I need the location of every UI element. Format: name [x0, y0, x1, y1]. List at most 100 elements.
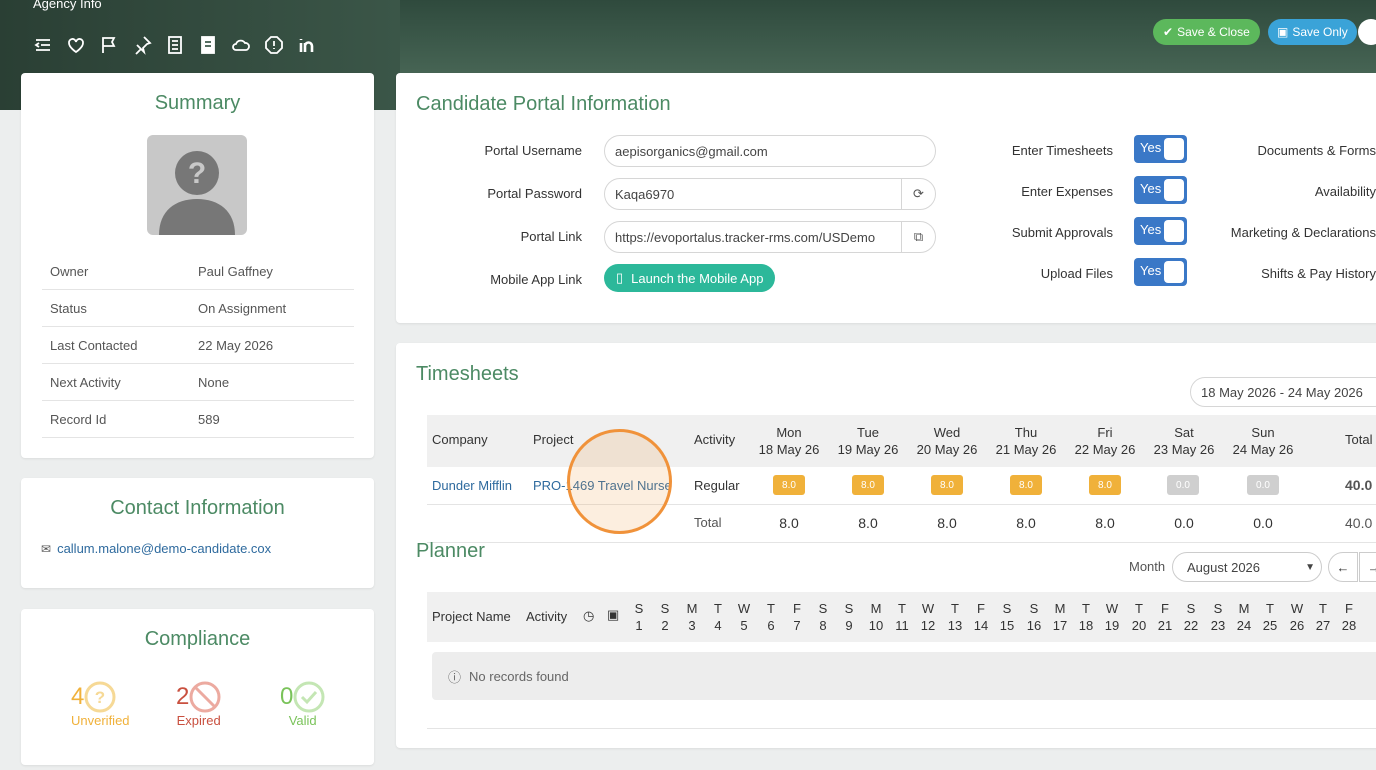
portal-link-label: Portal Link — [520, 229, 582, 244]
timesheets-card: Timesheets 18 May 2026 - 24 May 2026 Com… — [396, 343, 1376, 748]
planner-day-9: S9 — [844, 601, 854, 633]
summary-row-status: Status On Assignment — [42, 290, 354, 327]
refresh-icon[interactable]: ⟳ — [901, 179, 935, 209]
page-title: Agency Info — [33, 0, 102, 11]
planner-header: Project Name Activity ◷ ▣ S1 S2 M3 T4 W5 T6 F7… — [427, 592, 1376, 642]
planner-title: Planner — [416, 540, 485, 562]
col-mon: Mon 18 May 26 — [758, 425, 820, 457]
planner-day-24: M 24 — [1236, 601, 1252, 633]
prev-month-button[interactable]: ← — [1328, 552, 1358, 582]
heart-icon[interactable] — [59, 32, 92, 58]
hours-fri[interactable]: 8.0 — [1089, 475, 1121, 495]
table-row: Dunder Mifflin PRO-1469 Travel Nurse Reg… — [427, 467, 1376, 505]
right-label-shifts: Shifts & Pay History — [1261, 266, 1376, 281]
col-total: Total — [1345, 432, 1373, 447]
total-sun: 0.0 — [1253, 515, 1273, 531]
planner-day-8: S8 — [818, 601, 828, 633]
compliance-valid[interactable]: 0 Valid — [280, 681, 325, 728]
totals-label: Total — [694, 515, 722, 530]
mobile-app-label: Mobile App Link — [490, 272, 582, 287]
col-fri: Fri 22 May 26 — [1074, 425, 1136, 457]
svg-text:?: ? — [188, 157, 206, 190]
row-project-link[interactable]: PRO-1469 Travel Nurse — [533, 478, 672, 493]
compliance-unverified[interactable]: 4 ? Unverified — [71, 681, 130, 728]
flag-icon[interactable] — [92, 32, 125, 58]
more-button[interactable] — [1358, 19, 1376, 45]
total-thu: 8.0 — [1016, 515, 1036, 531]
planner-day-3: M3 — [686, 601, 698, 633]
planner-day-15: S 15 — [999, 601, 1015, 633]
toggle-upload-files[interactable]: Yes — [1134, 258, 1187, 286]
planner-day-11: T 11 — [895, 601, 909, 633]
date-range-picker[interactable]: 18 May 2026 - 24 May 2026 — [1190, 377, 1376, 407]
external-link-icon[interactable]: ⧉ — [901, 222, 935, 252]
no-records-message: ⓘ No records found — [432, 652, 1376, 700]
hours-tue[interactable]: 8.0 — [852, 475, 884, 495]
toggle-enter-timesheets[interactable]: Yes — [1134, 135, 1187, 163]
portal-username-input[interactable]: aepisorganics@gmail.com — [604, 135, 936, 167]
col-project-name: Project Name — [432, 609, 511, 624]
portal-password-input[interactable]: Kaqa6970 ⟳ — [604, 178, 936, 210]
save-icon: ▣ — [1277, 25, 1289, 39]
save-only-button[interactable]: ▣ Save Only — [1268, 19, 1357, 45]
planner-day-12: W 12 — [920, 601, 936, 633]
hours-mon[interactable]: 8.0 — [773, 475, 805, 495]
planner-day-13: T 13 — [947, 601, 963, 633]
hours-thu[interactable]: 8.0 — [1010, 475, 1042, 495]
total-wed: 8.0 — [937, 515, 957, 531]
check-icon: ✔ — [1163, 25, 1174, 39]
notes-icon[interactable] — [158, 32, 191, 58]
toggle-submit-approvals[interactable]: Yes — [1134, 217, 1187, 245]
toggle-enter-expenses[interactable]: Yes — [1134, 176, 1187, 204]
total-sat: 0.0 — [1174, 515, 1194, 531]
total-fri: 8.0 — [1095, 515, 1115, 531]
save-close-button[interactable]: ✔ Save & Close — [1153, 19, 1260, 45]
document-icon[interactable] — [191, 32, 224, 58]
col-sun: Sun 24 May 26 — [1232, 425, 1294, 457]
summary-title: Summary — [154, 92, 241, 114]
total-tue: 8.0 — [858, 515, 878, 531]
contact-email-row: ✉ callum.malone@demo-candidate.cox — [41, 541, 271, 556]
linkedin-icon[interactable] — [290, 32, 323, 58]
planner-day-5: W5 — [737, 601, 751, 633]
col-project: Project — [533, 432, 574, 447]
check-circle-icon — [293, 681, 325, 713]
totals-row: Total 8.0 8.0 8.0 8.0 8.0 0.0 0.0 40.0 — [427, 505, 1376, 543]
timesheets-title: Timesheets — [416, 363, 519, 385]
hours-sun[interactable]: 0.0 — [1247, 475, 1279, 495]
grand-total: 40.0 — [1345, 515, 1373, 531]
compliance-expired[interactable]: 2 Expired — [176, 681, 221, 728]
month-select[interactable]: August 2026 ▼ — [1172, 552, 1322, 582]
hours-sat[interactable]: 0.0 — [1167, 475, 1199, 495]
contact-email-link[interactable]: callum.malone@demo-candidate.cox — [57, 541, 271, 556]
row-company-link[interactable]: Dunder Mifflin — [432, 478, 512, 493]
portal-link-input[interactable]: https://evoportalus.tracker-rms.com/USDe… — [604, 221, 936, 253]
planner-day-4: T4 — [714, 601, 722, 633]
planner-day-21: F 21 — [1157, 601, 1173, 633]
planner-divider — [427, 728, 1376, 729]
avatar: ? — [147, 135, 247, 235]
planner-day-20: T 20 — [1131, 601, 1147, 633]
launch-mobile-app-button[interactable]: ▯ Launch the Mobile App — [604, 264, 776, 292]
toggle-label-upload: Upload Files — [1040, 266, 1113, 281]
cloud-icon[interactable] — [224, 32, 257, 58]
planner-day-27: T 27 — [1315, 601, 1331, 633]
summary-card: Summary ? Owner Paul Gaffney Status On Ass… — [21, 73, 374, 458]
planner-day-25: T 25 — [1262, 601, 1278, 633]
toggle-label-expenses: Enter Expenses — [1021, 184, 1113, 199]
col-wed: Wed 20 May 26 — [916, 425, 978, 457]
next-month-button[interactable]: → — [1359, 552, 1376, 582]
portal-card: Candidate Portal Information Portal User… — [396, 73, 1376, 323]
col-activity: Activity — [694, 432, 736, 447]
summary-row-next-activity: Next Activity None — [42, 364, 354, 401]
summary-row-owner: Owner Paul Gaffney — [42, 253, 354, 290]
hours-wed[interactable]: 8.0 — [931, 475, 963, 495]
envelope-icon: ✉ — [41, 541, 52, 556]
col-planner-activity: Activity — [526, 609, 568, 624]
pin-icon[interactable] — [125, 32, 158, 58]
briefcase-icon: ▣ — [607, 607, 620, 622]
planner-day-17: M 17 — [1052, 601, 1068, 633]
alert-icon[interactable] — [257, 32, 290, 58]
collapse-icon[interactable] — [26, 32, 59, 58]
summary-table: Owner Paul Gaffney Status On Assignment La… — [42, 253, 354, 438]
